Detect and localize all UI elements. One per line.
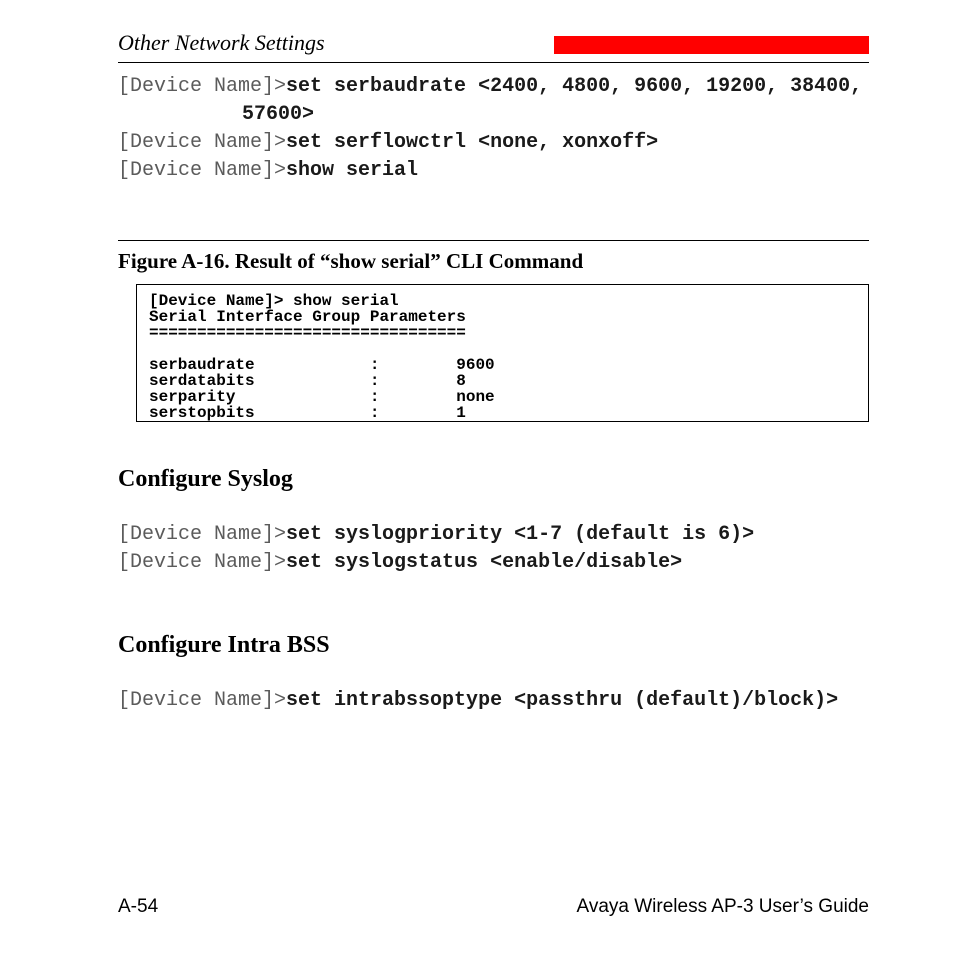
page: Other Network Settings [Device Name]>set…	[0, 0, 954, 954]
cli-command: 57600>	[242, 103, 314, 126]
cli-command: set intrabssoptype <passthru (default)/b…	[286, 689, 838, 712]
section-heading-syslog: Configure Syslog	[118, 466, 869, 493]
cli-line: [Device Name]>set serflowctrl <none, xon…	[118, 129, 869, 157]
cli-line: [Device Name]>set syslogpriority <1-7 (d…	[118, 521, 869, 549]
page-number: A-54	[118, 896, 158, 918]
cli-prompt: [Device Name]>	[118, 523, 286, 546]
header-rule	[118, 62, 869, 63]
cli-prompt: [Device Name]>	[118, 551, 286, 574]
section-heading-intrabss: Configure Intra BSS	[118, 632, 869, 659]
cli-block-syslog: [Device Name]>set syslogpriority <1-7 (d…	[118, 521, 869, 577]
cli-line: 57600>	[242, 101, 869, 129]
figure-top-rule	[118, 240, 869, 241]
cli-line: [Device Name]>set serbaudrate <2400, 480…	[118, 73, 869, 101]
cli-prompt: [Device Name]>	[118, 689, 286, 712]
cli-command: set serbaudrate <2400, 4800, 9600, 19200…	[286, 75, 862, 98]
cli-prompt: [Device Name]>	[118, 159, 286, 182]
cli-command: set syslogstatus <enable/disable>	[286, 551, 682, 574]
cli-prompt: [Device Name]>	[118, 75, 286, 98]
page-section-title: Other Network Settings	[118, 30, 325, 56]
terminal-output: [Device Name]> show serial Serial Interf…	[136, 284, 869, 422]
cli-prompt: [Device Name]>	[118, 131, 286, 154]
cli-line: [Device Name]>show serial	[118, 157, 869, 185]
cli-line: [Device Name]>set syslogstatus <enable/d…	[118, 549, 869, 577]
header-row: Other Network Settings	[118, 30, 869, 56]
cli-block-serial: [Device Name]>set serbaudrate <2400, 480…	[118, 73, 869, 185]
figure-caption: Figure A-16. Result of “show serial” CLI…	[118, 249, 869, 274]
cli-command: set serflowctrl <none, xonxoff>	[286, 131, 658, 154]
cli-command: show serial	[286, 159, 418, 182]
cli-line: [Device Name]>set intrabssoptype <passth…	[118, 687, 869, 715]
doc-title: Avaya Wireless AP-3 User’s Guide	[576, 896, 869, 918]
cli-block-intrabss: [Device Name]>set intrabssoptype <passth…	[118, 687, 869, 715]
footer: A-54 Avaya Wireless AP-3 User’s Guide	[118, 896, 869, 918]
cli-command: set syslogpriority <1-7 (default is 6)>	[286, 523, 754, 546]
red-header-bar	[554, 36, 869, 54]
